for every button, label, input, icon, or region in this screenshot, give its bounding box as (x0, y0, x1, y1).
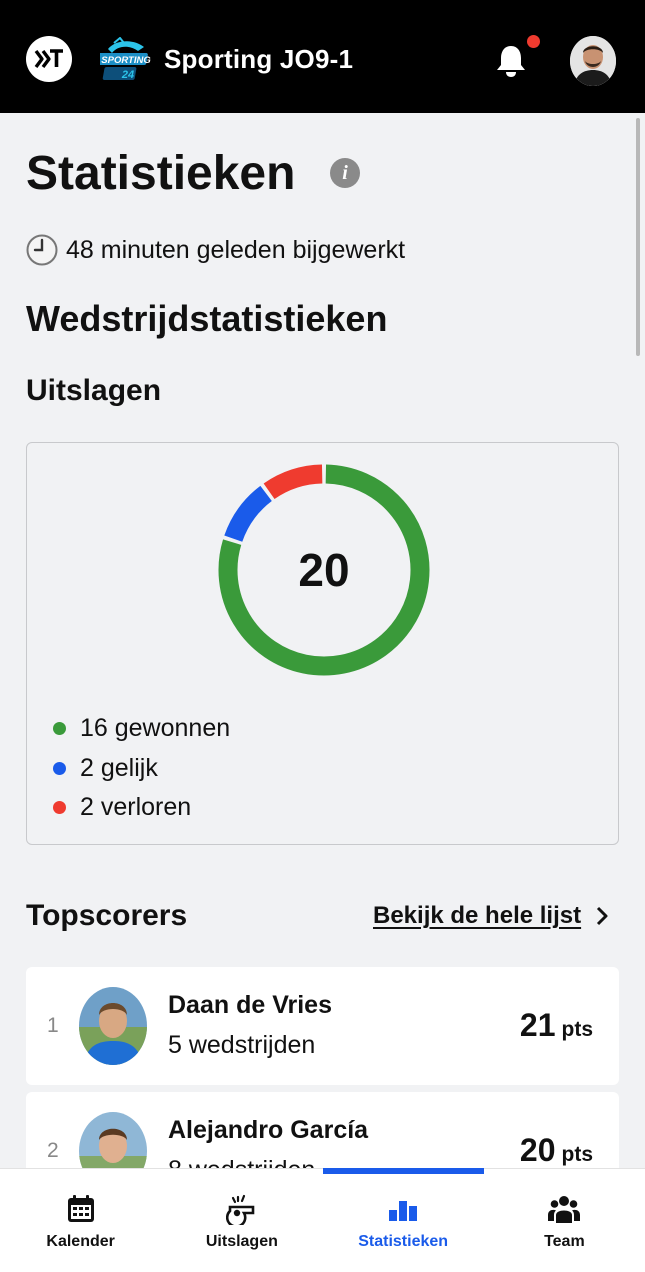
player-points-value: 21 (519, 1007, 556, 1043)
player-points-unit: pts (561, 1018, 594, 1041)
legend-label-draw: 2 gelijk (80, 753, 158, 782)
view-all-label[interactable]: Bekijk de hele lijst (373, 902, 581, 930)
bar-chart-icon (389, 1201, 418, 1221)
info-icon[interactable]: i (330, 158, 360, 188)
page-title: Statistieken (26, 147, 296, 200)
section-title: Wedstrijdstatistieken (26, 298, 388, 339)
nav-item-uitslagen[interactable]: Uitslagen (161, 1169, 322, 1272)
legend-dot-lost (53, 801, 66, 815)
chevron-right-icon[interactable] (595, 906, 609, 926)
app-header: SPORTING 24 Sporting JO9-1 (0, 0, 645, 113)
player-points: 20 pts (520, 1132, 593, 1169)
nav-label: Statistieken (358, 1233, 449, 1250)
app-logo-mark (34, 49, 63, 69)
topscorer-row[interactable]: 1 Daan de Vries 5 wedstrijden 21 pts (26, 967, 619, 1085)
results-card: 20 16 gewonnen 2 gelijk 2 verloren (26, 442, 619, 845)
legend-dot-draw (53, 761, 66, 775)
player-name: Alejandro García (168, 1116, 369, 1144)
legend-label-won: 16 gewonnen (80, 714, 231, 743)
clock-icon (26, 234, 58, 266)
nav-item-kalender[interactable]: Kalender (0, 1169, 161, 1272)
whistle-icon (225, 1194, 255, 1225)
calendar-icon (67, 1195, 94, 1222)
team-icon (548, 1196, 581, 1223)
legend-dot-won (53, 722, 66, 736)
app-logo[interactable] (26, 36, 72, 82)
player-points-unit: pts (561, 1143, 594, 1166)
player-matches: 5 wedstrijden (168, 1031, 316, 1059)
results-legend: 16 gewonnen 2 gelijk 2 verloren (53, 709, 230, 828)
user-avatar-image (570, 36, 616, 86)
nav-label: Kalender (46, 1233, 115, 1250)
club-badge-text: SPORTING (101, 55, 151, 66)
bottom-navigation: Kalender Uitslagen Statistieken Team (0, 1168, 645, 1272)
user-avatar[interactable] (570, 36, 616, 86)
legend-item-draw: 2 gelijk (53, 749, 230, 789)
player-avatar (79, 987, 147, 1065)
player-rank: 1 (47, 1014, 59, 1037)
last-updated: 48 minuten geleden bijgewerkt (26, 234, 405, 266)
legend-item-won: 16 gewonnen (53, 709, 230, 749)
player-points: 21 pts (520, 1007, 593, 1044)
topscorers-title: Topscorers (26, 899, 188, 932)
results-total: 20 (298, 544, 350, 596)
bell-icon[interactable] (495, 44, 527, 78)
active-tab-indicator (322, 1168, 484, 1174)
donut-segment-verloren (263, 464, 323, 500)
player-name: Daan de Vries (168, 991, 332, 1019)
nav-item-team[interactable]: Team (484, 1169, 645, 1272)
last-updated-text: 48 minuten geleden bijgewerkt (66, 235, 406, 264)
team-name[interactable]: Sporting JO9-1 (164, 44, 353, 75)
player-rank: 2 (47, 1139, 59, 1162)
scrollbar[interactable] (636, 118, 640, 356)
club-badge-number: 24 (121, 69, 134, 81)
nav-label: Uitslagen (205, 1233, 278, 1250)
view-all-link[interactable]: Bekijk de hele lijst (373, 902, 609, 930)
legend-label-lost: 2 verloren (80, 793, 192, 822)
nav-item-statistieken[interactable]: Statistieken (322, 1168, 484, 1272)
club-badge-icon[interactable]: SPORTING 24 (100, 37, 152, 83)
legend-item-lost: 2 verloren (53, 788, 230, 828)
donut-segment-gelijk (224, 485, 273, 543)
notification-badge (527, 35, 540, 48)
player-photo-image (79, 987, 147, 1065)
player-points-value: 20 (519, 1132, 556, 1168)
results-title: Uitslagen (26, 374, 162, 407)
nav-label: Team (544, 1233, 585, 1250)
